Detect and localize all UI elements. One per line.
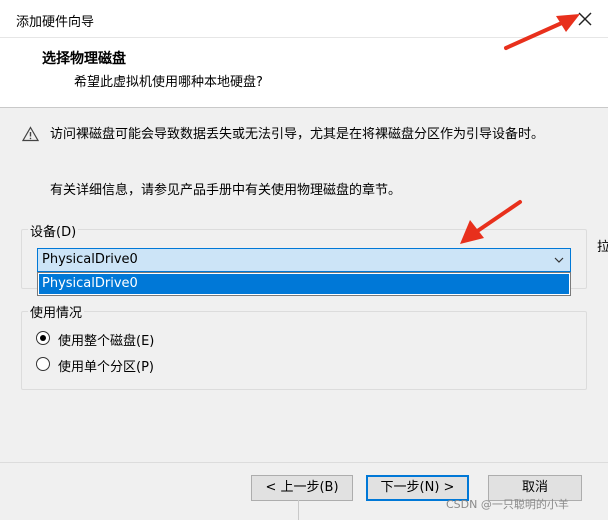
warning-icon	[22, 126, 39, 142]
radio-button-checked[interactable]	[36, 331, 50, 345]
window-title: 添加硬件向导	[16, 15, 95, 30]
detail-text: 有关详细信息，请参见产品手册中有关使用物理磁盘的章节。	[50, 183, 402, 198]
chevron-down-icon[interactable]	[554, 256, 564, 264]
device-group-label: 设备(D)	[28, 221, 79, 240]
page-title: 选择物理磁盘	[42, 51, 126, 67]
page-subtitle: 希望此虚拟机使用哪种本地硬盘?	[74, 75, 263, 90]
warning-text: 访问裸磁盘可能会导致数据丢失或无法引导，尤其是在将裸磁盘分区作为引导设备时。	[50, 127, 545, 142]
device-option[interactable]: PhysicalDrive0	[39, 274, 569, 294]
back-button[interactable]: < 上一步(B)	[251, 475, 353, 501]
use-single-partition-label: 使用单个分区(P)	[58, 360, 154, 375]
device-dropdown-value: PhysicalDrive0	[42, 252, 138, 267]
device-dropdown-list: PhysicalDrive0	[37, 272, 571, 296]
background-window-edge	[298, 500, 299, 520]
wizard-header: 选择物理磁盘 希望此虚拟机使用哪种本地硬盘?	[0, 38, 608, 108]
usage-group	[21, 311, 587, 390]
watermark: CSDN @一只聪明的小羊	[446, 498, 569, 511]
background-window-text: 拉	[597, 240, 608, 254]
device-dropdown[interactable]: PhysicalDrive0	[37, 248, 571, 272]
use-whole-disk-label: 使用整个磁盘(E)	[58, 334, 155, 349]
radio-button[interactable]	[36, 357, 50, 371]
title-bar: 添加硬件向导	[0, 0, 608, 38]
usage-group-label: 使用情况	[28, 302, 85, 321]
close-icon[interactable]	[574, 8, 596, 30]
